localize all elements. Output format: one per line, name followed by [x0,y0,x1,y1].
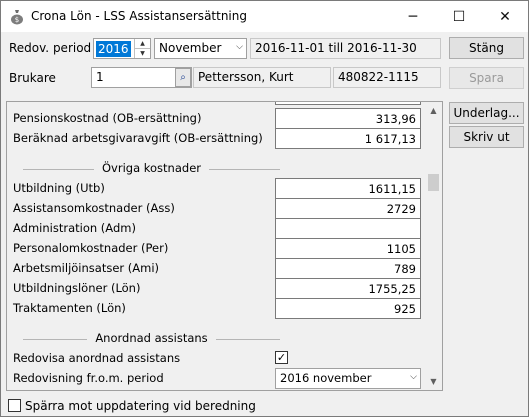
maximize-button[interactable]: ☐ [436,1,482,32]
lock-update-label: Spärra mot uppdatering vid beredning [25,399,256,413]
month-select[interactable]: November ⌵ [154,38,247,59]
row-adm: Administration (Adm) [13,218,421,239]
year-spin-buttons[interactable]: ▲ ▼ [134,39,150,58]
row-per: Personalomkostnader (Per) 1105 [13,238,421,259]
minimize-button[interactable]: ─ [390,1,436,32]
trakt-input[interactable]: 925 [275,298,421,319]
row-label: Assistansomkostnader (Ass) [13,201,175,215]
adm-input[interactable] [275,218,421,239]
employer-fee-input[interactable]: 1 617,13 [275,128,421,149]
per-input[interactable]: 1105 [275,238,421,259]
row-utb: Utbildning (Utb) 1611,15 [13,178,421,199]
pension-input[interactable]: 313,96 [275,108,421,129]
row-label: Beräknad arbetsgivaravgift (OB-ersättnin… [13,131,263,145]
user-label: Brukare [9,71,56,85]
spin-up-icon[interactable]: ▲ [135,39,150,48]
print-button[interactable]: Skriv ut [449,126,524,148]
from-period-value: 2016 november [280,371,372,385]
scroll-thumb[interactable] [428,174,439,191]
month-value: November [159,41,222,55]
main-window: $ Crona Lön - LSS Assistansersättning ─ … [0,0,529,417]
close-button[interactable]: Stäng [449,37,524,59]
spin-down-icon[interactable]: ▼ [135,48,150,57]
chevron-down-icon: ⌵ [236,42,243,52]
svg-text:$: $ [15,16,19,24]
section-title: Övriga kostnader [93,161,209,175]
utb-lon-input[interactable]: 1755,25 [275,278,421,299]
window-title: Crona Lön - LSS Assistansersättning [31,9,247,23]
clipped-field [275,102,421,105]
scroll-down-icon[interactable]: ▼ [425,373,442,390]
row-label: Utbildning (Utb) [13,181,105,195]
chevron-down-icon: ⌵ [410,372,417,382]
report-arranged-checkbox[interactable]: ✓ [275,351,288,364]
section-title: Anordnad assistans [87,331,216,345]
period-label: Redov. period [9,41,92,55]
row-employer-fee: Beräknad arbetsgivaravgift (OB-ersättnin… [13,128,421,149]
binoculars-icon[interactable]: ⌕ [175,68,191,87]
row-trakt: Traktamenten (Lön) 925 [13,298,421,319]
row-label: Traktamenten (Lön) [13,301,126,315]
close-icon: ✕ [499,8,511,25]
year-value: 2016 [96,41,131,57]
user-pnr-text: 480822-1115 [338,70,419,84]
date-range-text: 2016-11-01 till 2016-11-30 [255,41,417,55]
row-label: Utbildningslöner (Lön) [13,281,141,295]
user-name-text: Pettersson, Kurt [198,70,294,84]
maximize-icon: ☐ [452,8,466,25]
lock-update-checkbox[interactable] [8,399,21,412]
scroll-up-icon[interactable]: ▲ [425,102,442,119]
row-label: Redovisa anordnad assistans [13,351,181,365]
row-ami: Arbetsmiljöinsatser (Ami) 789 [13,258,421,279]
section-arranged-assistance: Anordnad assistans [23,331,280,347]
user-id-value: 1 [96,70,104,84]
row-utb-lon: Utbildningslöner (Lön) 1755,25 [13,278,421,299]
row-label: Personalomkostnader (Per) [13,241,169,255]
minimize-icon: ─ [408,8,418,25]
title-bar: $ Crona Lön - LSS Assistansersättning ─ … [1,1,528,32]
money-bag-icon: $ [11,10,23,25]
underlag-button[interactable]: Underlag... [449,102,524,124]
row-report-arranged: Redovisa anordnad assistans ✓ [13,348,417,368]
utb-input[interactable]: 1611,15 [275,178,421,199]
close-window-button[interactable]: ✕ [482,1,528,32]
row-label: Administration (Adm) [13,221,136,235]
row-label: Arbetsmiljöinsatser (Ami) [13,261,160,275]
section-other-costs: Övriga kostnader [23,161,280,177]
user-name-field: Pettersson, Kurt [193,67,331,88]
from-period-select[interactable]: 2016 november ⌵ [275,368,421,389]
year-spinner[interactable]: 2016 ▲ ▼ [93,38,151,59]
save-button[interactable]: Spara [449,67,524,89]
row-ass: Assistansomkostnader (Ass) 2729 [13,198,421,219]
cost-panel[interactable]: Pensionskostnad (OB-ersättning) 313,96 B… [6,101,443,391]
row-label: Pensionskostnad (OB-ersättning) [13,111,202,125]
row-report-from: Redovisning fr.o.m. period 2016 november… [13,368,421,389]
row-label: Redovisning fr.o.m. period [13,371,164,385]
user-pnr-field: 480822-1115 [333,67,441,88]
ass-input[interactable]: 2729 [275,198,421,219]
ami-input[interactable]: 789 [275,258,421,279]
panel-scrollbar[interactable]: ▲ ▼ [425,102,442,390]
row-pension: Pensionskostnad (OB-ersättning) 313,96 [13,108,421,129]
date-range-field: 2016-11-01 till 2016-11-30 [250,38,441,59]
